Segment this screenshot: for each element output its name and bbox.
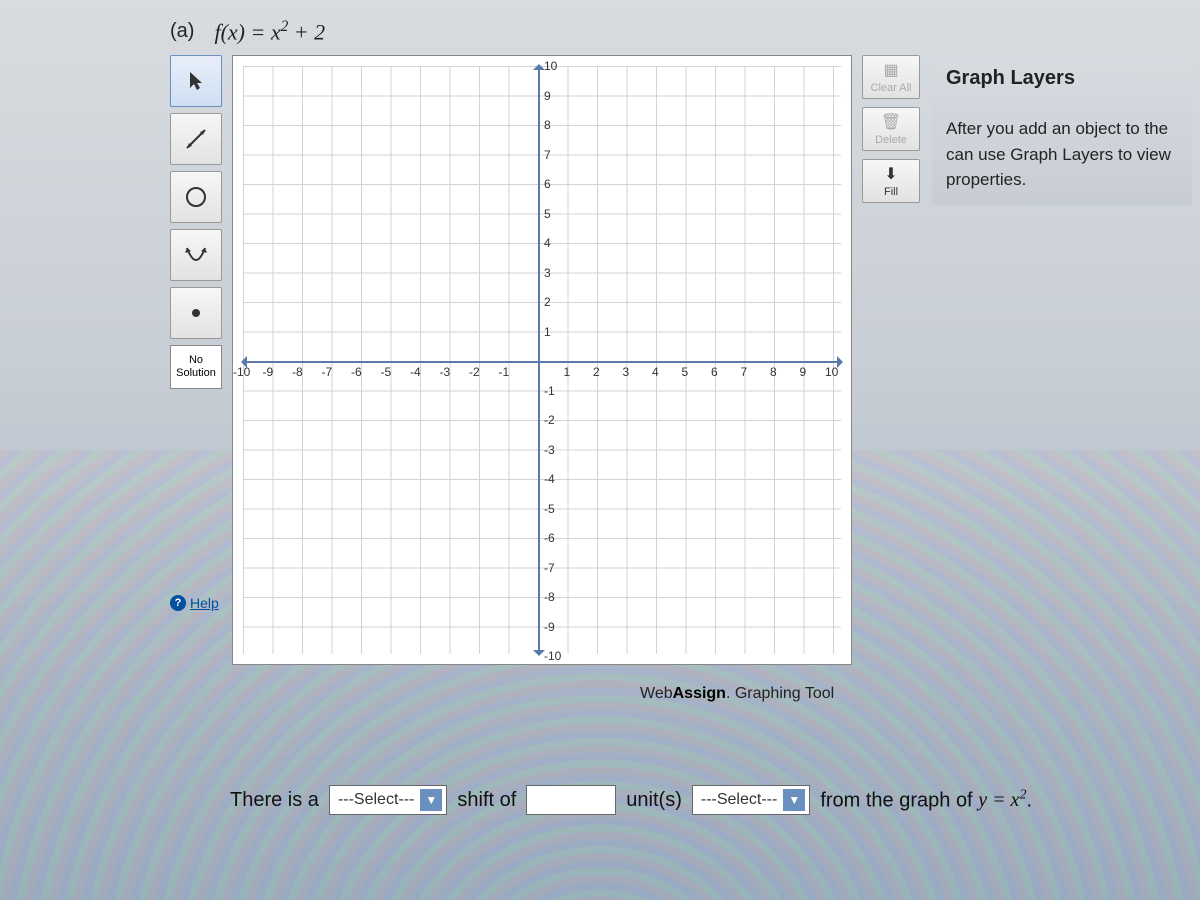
- y-tick-label: 2: [544, 295, 551, 309]
- x-tick-label: -4: [410, 365, 421, 379]
- x-tick-label: -10: [233, 365, 250, 379]
- y-tick-label: 4: [544, 236, 551, 250]
- clear-all-label: Clear All: [871, 82, 912, 94]
- units-label: unit(s): [626, 789, 682, 812]
- answer-suffix: from the graph of y = x2.: [820, 788, 1032, 813]
- y-tick-label: -1: [544, 384, 555, 398]
- fill-button[interactable]: ⬇ Fill: [862, 159, 920, 203]
- delete-label: Delete: [875, 134, 907, 146]
- y-tick-label: -2: [544, 413, 555, 427]
- y-tick-label: 3: [544, 266, 551, 280]
- y-tick-label: 9: [544, 89, 551, 103]
- parabola-icon: [183, 242, 209, 268]
- shift-amount-input[interactable]: [526, 785, 616, 815]
- x-tick-label: 10: [825, 365, 838, 379]
- x-tick-label: -7: [322, 365, 333, 379]
- x-tick-label: -5: [381, 365, 392, 379]
- direction2-select-value: ---Select---: [701, 791, 777, 809]
- x-axis-arrow-right: [837, 356, 849, 368]
- graph-layers-panel: Graph Layers After you add an object to …: [932, 55, 1192, 205]
- layers-description: After you add an object to the can use G…: [946, 116, 1178, 193]
- x-tick-label: 6: [711, 365, 718, 379]
- help-label: Help: [190, 595, 219, 611]
- y-tick-label: -6: [544, 531, 555, 545]
- answer-sentence: There is a ---Select--- ▼ shift of unit(…: [230, 785, 1032, 815]
- y-tick-label: 5: [544, 207, 551, 221]
- graph-grid: [243, 66, 841, 654]
- answer-mid: shift of: [457, 789, 516, 812]
- no-solution-button[interactable]: No Solution: [170, 345, 222, 389]
- direction-select[interactable]: ---Select--- ▼: [329, 785, 447, 815]
- y-axis: [538, 66, 540, 654]
- x-tick-label: 5: [682, 365, 689, 379]
- x-tick-label: -1: [499, 365, 510, 379]
- y-tick-label: -3: [544, 443, 555, 457]
- clear-all-button[interactable]: ▦ Clear All: [862, 55, 920, 99]
- graph-canvas[interactable]: -10 -9 -8 -7 -6 -5 -4 -3 -2 -1 1 2 3 4 5 6 7 8 9 10 10 9 8 7 6 5 4…: [232, 55, 852, 665]
- direction2-select[interactable]: ---Select--- ▼: [692, 785, 810, 815]
- y-tick-label: -8: [544, 590, 555, 604]
- y-tick-label: 6: [544, 177, 551, 191]
- x-tick-label: 4: [652, 365, 659, 379]
- x-tick-label: -2: [469, 365, 480, 379]
- y-tick-label: -9: [544, 620, 555, 634]
- circle-tool[interactable]: [170, 171, 222, 223]
- x-tick-label: 1: [564, 365, 571, 379]
- trash-icon: 🗑: [881, 112, 901, 132]
- y-tick-label: -5: [544, 502, 555, 516]
- y-tick-label: -10: [544, 649, 561, 663]
- help-link[interactable]: Help: [170, 595, 226, 611]
- parabola-tool[interactable]: [170, 229, 222, 281]
- x-tick-label: 7: [741, 365, 748, 379]
- x-tick-label: -3: [440, 365, 451, 379]
- x-tick-label: 9: [800, 365, 807, 379]
- fill-label: Fill: [884, 186, 898, 198]
- y-tick-label: 7: [544, 148, 551, 162]
- delete-button[interactable]: 🗑 Delete: [862, 107, 920, 151]
- point-icon: [190, 307, 202, 319]
- x-axis: [243, 361, 841, 363]
- chevron-down-icon: ▼: [783, 789, 805, 811]
- point-tool[interactable]: [170, 287, 222, 339]
- x-tick-label: -6: [351, 365, 362, 379]
- graph-action-buttons: ▦ Clear All 🗑 Delete ⬇ Fill: [862, 55, 920, 203]
- tool-palette: No Solution Help: [170, 55, 226, 611]
- clear-icon: ▦: [883, 60, 898, 80]
- y-tick-label: 10: [544, 59, 557, 73]
- x-tick-label: 2: [593, 365, 600, 379]
- line-icon: [183, 126, 209, 152]
- layers-title: Graph Layers: [946, 67, 1178, 90]
- x-tick-label: -8: [292, 365, 303, 379]
- y-tick-label: 8: [544, 118, 551, 132]
- pointer-icon: [187, 70, 205, 92]
- direction-select-value: ---Select---: [338, 791, 414, 809]
- y-tick-label: 1: [544, 325, 551, 339]
- x-tick-label: -9: [263, 365, 274, 379]
- fill-icon: ⬇: [884, 164, 897, 184]
- part-label: (a): [170, 20, 194, 43]
- line-tool[interactable]: [170, 113, 222, 165]
- pointer-tool[interactable]: [170, 55, 222, 107]
- no-solution-label: No Solution: [171, 354, 221, 380]
- y-tick-label: -4: [544, 472, 555, 486]
- brand-footer: WebAssign. Graphing Tool: [640, 685, 834, 703]
- x-tick-label: 3: [623, 365, 630, 379]
- problem-header: (a) f(x) = x2 + 2: [170, 18, 1200, 45]
- x-tick-label: 8: [770, 365, 777, 379]
- y-tick-label: -7: [544, 561, 555, 575]
- circle-icon: [183, 184, 209, 210]
- chevron-down-icon: ▼: [420, 789, 442, 811]
- answer-prefix: There is a: [230, 789, 319, 812]
- function-expression: f(x) = x2 + 2: [214, 18, 325, 45]
